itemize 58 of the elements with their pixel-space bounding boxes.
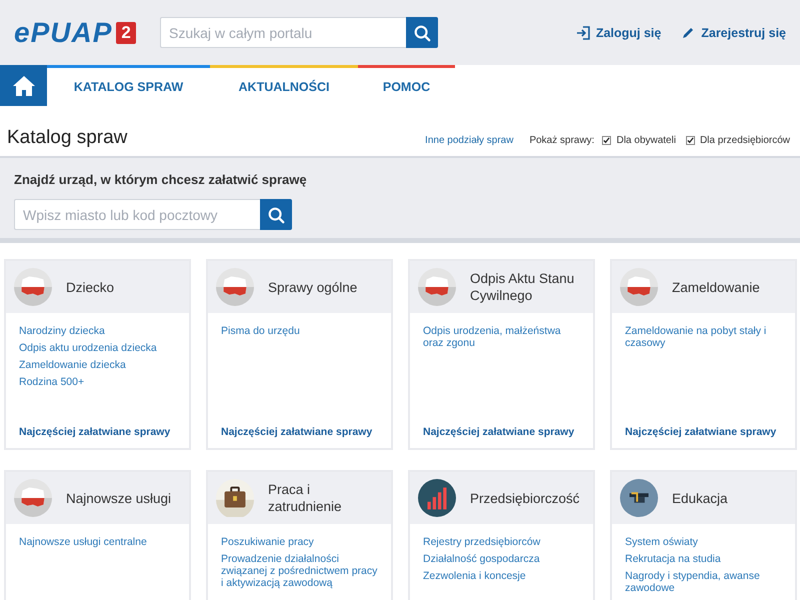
card-title: Edukacja [672,490,728,506]
home-button[interactable] [0,65,47,106]
service-link[interactable]: Zameldowanie na pobyt stały i czasowy [625,325,783,349]
service-link[interactable]: Pisma do urzędu [221,325,379,337]
location-search-field[interactable]: Wpisz miasto lub kod pocztowy [14,199,260,230]
card-title: Zameldowanie [672,278,760,296]
card-title: Odpis Aktu Stanu Cywilnego [470,270,576,304]
sign-in-icon [576,26,590,40]
briefcase-icon [216,479,254,517]
poland-map-icon [216,268,254,306]
checkbox-label: Dla przedsiębiorców [700,134,790,146]
card-title: Sprawy ogólne [268,278,358,296]
poland-map-icon [620,268,658,306]
poland-map-icon [14,268,52,306]
graduation-cap-icon [620,479,658,517]
home-icon [12,74,36,96]
portal-search-field[interactable]: Szukaj w całym portalu [160,17,406,48]
most-common-link[interactable]: Najczęściej załatwiane sprawy [19,426,177,438]
search-icon [413,24,431,42]
card-title: Dziecko [66,278,114,296]
card-title: Najnowsze usługi [66,490,172,506]
service-link[interactable]: Odpis urodzenia, małżeństwa oraz zgonu [423,325,581,349]
most-common-link[interactable]: Najczęściej załatwiane sprawy [625,426,783,438]
service-link[interactable]: Rekrutacja na studia [625,553,783,565]
service-link[interactable]: Najnowsze usługi centralne [19,536,177,548]
card-title: Praca i zatrudnienie [268,481,343,515]
service-link[interactable]: Prowadzenie działalności związanej z pośrednictwem pracy i aktywizacją zawodową [221,553,379,589]
search-icon [267,206,285,224]
checkbox[interactable] [602,136,612,144]
checkbox[interactable] [686,136,695,144]
search-button[interactable] [260,199,292,230]
card-title: Przedsiębiorczość [470,490,580,506]
bar-chart-icon [418,479,456,517]
service-link[interactable]: Narodziny dziecka [19,325,177,337]
logo-badge: 2 [116,22,136,44]
page-title: Katalog spraw [7,127,128,150]
poland-map-icon [14,479,52,517]
service-link[interactable]: Rodzina 500+ [19,376,177,388]
logo-text: ePUAP [14,16,112,48]
other-categories-link[interactable]: Inne podziały spraw [425,134,514,146]
register-link[interactable]: Zarejestruj się [681,26,786,40]
login-link[interactable]: Zaloguj się [576,26,662,40]
checkbox-label: Dla obywateli [616,134,676,146]
service-link[interactable]: Odpis aktu urodzenia dziecka [19,342,177,354]
office-search-heading: Znajdź urząd, w którym chcesz załatwić sprawę [14,172,308,187]
service-link[interactable]: Poszukiwanie pracy [221,536,379,548]
service-link[interactable]: Rejestry przedsiębiorców [423,536,581,548]
service-link[interactable]: Zameldowanie dziecka [19,359,177,371]
search-button[interactable] [406,17,438,48]
pencil-icon [681,26,696,40]
most-common-link[interactable]: Najczęściej załatwiane sprawy [221,426,379,438]
service-link[interactable]: System oświaty [625,536,783,548]
poland-map-icon [418,268,456,306]
filter-label: Pokaż sprawy: [529,134,594,146]
service-link[interactable]: Działalność gospodarcza [423,553,581,565]
service-link[interactable]: Zezwolenia i koncesje [423,570,581,582]
most-common-link[interactable]: Najczęściej załatwiane sprawy [423,426,581,438]
service-link[interactable]: Nagrody i stypendia, awanse zawodowe [625,570,783,594]
